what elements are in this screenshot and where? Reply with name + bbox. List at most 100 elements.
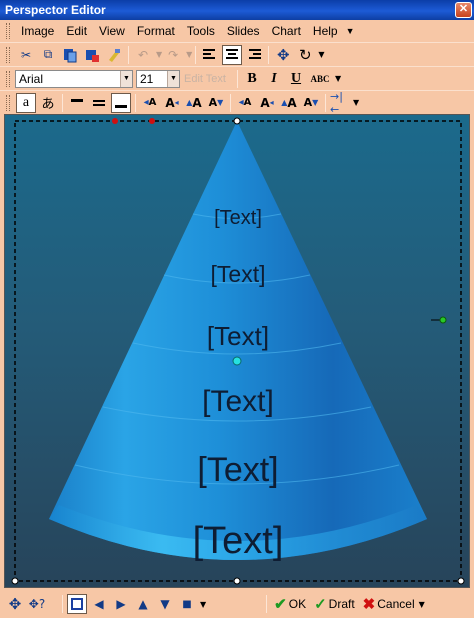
menu-overflow-icon[interactable]: ▼ (346, 26, 355, 36)
menu-bar: Image Edit View Format Tools Slides Char… (0, 20, 474, 42)
ok-button[interactable]: ✔ OK (274, 595, 306, 613)
toolbar-overflow-icon[interactable]: ▼ (419, 600, 425, 609)
edit-text-button[interactable]: Edit Text (182, 70, 234, 88)
text-layout-toolbar: a あ ◂ A A ◂ ▲ A A ▼ ◂ A A ◂ ▲ A A ▼ →|← ▼ (0, 90, 474, 116)
undo-icon[interactable]: ↶ (133, 45, 153, 65)
arrow-left-icon[interactable]: ◀ (89, 594, 109, 614)
toolbar-overflow-icon[interactable]: ▼ (335, 74, 341, 83)
toolbar-grip[interactable] (6, 70, 10, 87)
toolbar-overflow-icon[interactable]: ▼ (200, 600, 206, 609)
menu-edit[interactable]: Edit (60, 24, 93, 38)
align-center-icon[interactable] (222, 44, 243, 65)
menu-tools[interactable]: Tools (181, 24, 221, 38)
cone-label-4[interactable]: [Text] (5, 385, 469, 419)
checkmark-icon: ✓ (314, 596, 327, 613)
arrow-up-icon[interactable]: ▲ (133, 594, 153, 614)
standard-toolbar: ✂ ⧉ ↶ ▼ ↷ ▼ ✥ ↻ ▼ (0, 42, 474, 66)
slide-canvas[interactable]: [Text] [Text] [Text] [Text] [Text] [Text… (4, 114, 470, 588)
underline-button[interactable]: U (286, 69, 306, 89)
resize-handle[interactable] (11, 577, 19, 585)
move-icon[interactable]: ✥ (273, 45, 293, 65)
chevron-down-icon[interactable]: ▼ (120, 70, 132, 87)
redo-icon[interactable]: ↷ (163, 45, 183, 65)
toolbar-separator (195, 45, 197, 64)
center-handle[interactable] (232, 356, 242, 366)
toolbar-separator (230, 93, 231, 112)
paste-icon[interactable] (60, 45, 80, 65)
menu-image[interactable]: Image (15, 24, 60, 38)
merge-icon[interactable]: →|← (330, 90, 350, 116)
window-title: Perspector Editor (5, 3, 106, 17)
cancel-button[interactable]: ✖ Cancel (363, 595, 415, 613)
redo-dropdown-icon[interactable]: ▼ (186, 50, 192, 59)
undo-dropdown-icon[interactable]: ▼ (156, 50, 162, 59)
valign-bottom-icon[interactable] (111, 92, 131, 113)
toolbar-separator (128, 45, 129, 64)
toolbar-separator (266, 595, 268, 613)
font-name-select[interactable]: Arial ▼ (15, 69, 133, 88)
resize-handle[interactable] (457, 577, 465, 585)
spacing-increase-icon[interactable]: A ◂ (257, 93, 277, 113)
cancel-label: Cancel (377, 597, 415, 611)
arrow-down-icon[interactable]: ▼ (155, 594, 175, 614)
bottom-toolbar: ✥ ✥? ◀ ▶ ▲ ▼ ■ ▼ ✔ OK ✓ Draft ✖ Cancel ▼ (0, 590, 474, 618)
font-name-value: Arial (19, 71, 44, 86)
font-effects-button[interactable]: ABC (308, 69, 332, 89)
bold-button[interactable]: B (242, 69, 262, 89)
cone-label-1[interactable]: [Text] (5, 207, 469, 230)
delete-icon[interactable] (82, 45, 102, 65)
menu-format[interactable]: Format (131, 24, 181, 38)
title-bar: Perspector Editor ✕ (0, 0, 474, 20)
font-size-value: 21 (140, 71, 154, 86)
toolbar-grip[interactable] (6, 94, 10, 111)
menu-chart[interactable]: Chart (266, 24, 307, 38)
raise-text-icon[interactable]: ▲ A (184, 93, 204, 113)
japanese-text-button[interactable]: あ (38, 93, 58, 113)
line-spacing-down-icon[interactable]: A ▼ (301, 93, 321, 113)
cut-icon[interactable]: ✂ (16, 45, 36, 65)
align-left-icon[interactable] (200, 45, 220, 65)
toolbar-grip[interactable] (6, 46, 10, 63)
valign-top-icon[interactable] (67, 93, 87, 113)
draft-button[interactable]: ✓ Draft (314, 595, 355, 613)
move-icon[interactable]: ✥ (5, 594, 25, 614)
adjust-handle-red[interactable] (149, 118, 155, 124)
close-window-button[interactable]: ✕ (455, 2, 472, 18)
cone-label-2[interactable]: [Text] (5, 261, 469, 288)
font-toolbar: Arial ▼ 21 ▼ Edit Text B I U ABC ▼ (0, 66, 474, 90)
latin-text-button[interactable]: a (16, 92, 36, 113)
checkmark-icon: ✔ (274, 596, 287, 613)
arrow-right-icon[interactable]: ▶ (111, 594, 131, 614)
toolbar-overflow-icon[interactable]: ▼ (353, 98, 359, 107)
spacing-decrease-icon[interactable]: ◂ A (235, 93, 255, 113)
cone-label-3[interactable]: [Text] (5, 321, 469, 352)
adjust-handle-red[interactable] (112, 118, 118, 124)
shrink-text-left-icon[interactable]: ◂ A (140, 93, 160, 113)
toolbar-overflow-icon[interactable]: ▼ (318, 50, 324, 59)
align-right-icon[interactable] (244, 45, 264, 65)
format-painter-icon[interactable] (104, 45, 124, 65)
help-pointer-icon[interactable]: ✥? (27, 594, 47, 614)
menu-help[interactable]: Help (307, 24, 344, 38)
grow-text-icon[interactable]: A ◂ (162, 93, 182, 113)
font-size-select[interactable]: 21 ▼ (136, 69, 180, 88)
chevron-down-icon[interactable]: ▼ (167, 70, 179, 87)
toolbar-separator (325, 93, 326, 112)
rotate-icon[interactable]: ↻ (295, 45, 315, 65)
toolbar-grip[interactable] (6, 23, 10, 39)
cone-label-5[interactable]: [Text] (5, 451, 469, 490)
lower-text-icon[interactable]: A ▼ (206, 93, 226, 113)
toolbar-separator (237, 69, 238, 88)
cone-label-6[interactable]: [Text] (5, 520, 469, 563)
toolbar-separator (268, 45, 270, 64)
menu-slides[interactable]: Slides (221, 24, 266, 38)
square-icon[interactable]: ■ (177, 594, 197, 614)
valign-middle-icon[interactable] (89, 93, 109, 113)
copy-icon[interactable]: ⧉ (38, 45, 58, 65)
resize-handle[interactable] (233, 577, 241, 585)
resize-handle[interactable] (233, 117, 241, 125)
italic-button[interactable]: I (264, 69, 284, 89)
menu-view[interactable]: View (93, 24, 131, 38)
line-spacing-up-icon[interactable]: ▲ A (279, 93, 299, 113)
select-frame-icon[interactable] (67, 594, 87, 614)
